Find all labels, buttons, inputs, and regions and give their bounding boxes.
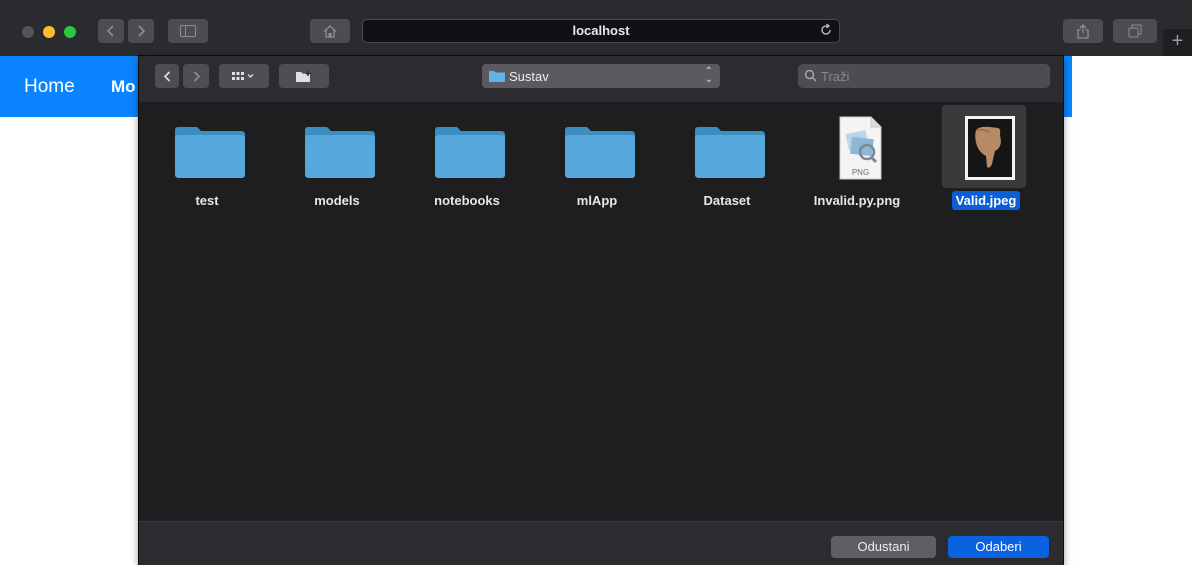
png-document-icon: PNG <box>839 116 882 180</box>
choose-button[interactable]: Odaberi <box>948 536 1049 558</box>
file-item-label: models <box>314 193 360 208</box>
tabs-overview-button[interactable] <box>1113 19 1157 43</box>
dialog-forward-button[interactable] <box>183 64 209 88</box>
search-icon <box>804 69 817 82</box>
file-item-folder[interactable]: mlApp <box>532 106 662 276</box>
file-item-label-selected: Valid.jpeg <box>921 191 1051 210</box>
sidebar-button[interactable] <box>168 19 208 43</box>
address-bar[interactable]: localhost <box>362 19 840 43</box>
home-icon <box>323 24 337 38</box>
chevron-left-icon <box>106 25 114 37</box>
nav-second-link[interactable]: Mo <box>111 77 138 97</box>
file-item-label: test <box>195 193 219 208</box>
dialog-footer: Odustani Odaberi <box>139 521 1063 565</box>
minimize-window-button[interactable] <box>43 26 55 38</box>
close-window-button[interactable] <box>22 26 34 38</box>
chevron-left-icon <box>163 70 170 82</box>
new-folder-icon <box>296 70 311 82</box>
file-item-label: Invalid.py.png <box>813 193 901 208</box>
browser-toolbar: localhost + <box>0 0 1192 56</box>
nav-home-link[interactable]: Home <box>24 76 75 98</box>
folder-icon <box>695 127 765 178</box>
folder-icon <box>305 127 375 178</box>
zoom-window-button[interactable] <box>64 26 76 38</box>
file-chooser-dialog: Sustav ⌃ ⌄ Traži test models notebooks ml… <box>139 56 1063 565</box>
icon-view-grid-icon <box>232 72 254 80</box>
folder-icon <box>175 127 245 178</box>
location-popup[interactable]: Sustav ⌃ ⌄ <box>482 64 720 88</box>
file-item-label: mlApp <box>576 193 618 208</box>
file-item-png[interactable]: PNG Invalid.py.png <box>792 106 922 276</box>
forward-button[interactable] <box>128 19 154 43</box>
cancel-button[interactable]: Odustani <box>831 536 936 558</box>
view-mode-button[interactable] <box>219 64 269 88</box>
thumbs-down-photo-thumbnail <box>965 116 1015 180</box>
search-field[interactable]: Traži <box>798 64 1050 88</box>
tabs-icon <box>1128 24 1142 38</box>
file-item-folder[interactable]: test <box>142 106 272 276</box>
file-item-folder[interactable]: notebooks <box>402 106 532 276</box>
chevron-right-icon <box>193 70 200 82</box>
updown-chevron-icon: ⌃ ⌄ <box>704 66 713 85</box>
new-tab-button[interactable]: + <box>1163 29 1192 56</box>
search-placeholder: Traži <box>821 69 850 84</box>
url-text: localhost <box>572 23 630 38</box>
dialog-back-button[interactable] <box>155 64 179 88</box>
folder-icon <box>565 127 635 178</box>
chevron-right-icon <box>138 25 146 37</box>
new-folder-button[interactable] <box>279 64 329 88</box>
share-icon <box>1077 23 1089 39</box>
dialog-toolbar: Sustav ⌃ ⌄ Traži <box>139 56 1063 102</box>
folder-icon <box>489 71 505 82</box>
back-button[interactable] <box>98 19 124 43</box>
folder-icon <box>435 127 505 178</box>
file-item-label: Dataset <box>703 193 751 208</box>
png-badge-text: PNG <box>852 168 869 177</box>
file-item-folder[interactable]: models <box>272 106 402 276</box>
home-button[interactable] <box>310 19 350 43</box>
file-item-folder[interactable]: Dataset <box>662 106 792 276</box>
location-label: Sustav <box>509 69 549 84</box>
sidebar-icon <box>180 25 196 37</box>
file-item-label: notebooks <box>434 193 500 208</box>
reload-icon[interactable] <box>819 23 833 37</box>
file-item-jpeg-selected[interactable]: Valid.jpeg <box>919 106 1049 276</box>
share-button[interactable] <box>1063 19 1103 43</box>
